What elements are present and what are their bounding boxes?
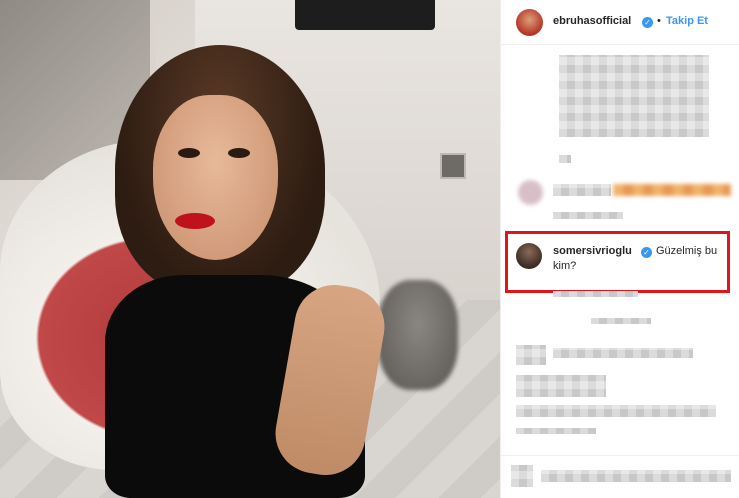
comment-input-redacted: [541, 470, 731, 482]
comment-avatar[interactable]: [518, 180, 543, 205]
comment-avatar-redacted: [516, 345, 546, 365]
comment-redacted: [516, 375, 606, 397]
comment-text-line2: kim?: [553, 260, 577, 272]
divider: [501, 455, 739, 456]
follow-button[interactable]: Takip Et: [666, 15, 708, 27]
caption-time-redacted: [559, 155, 571, 163]
author-username[interactable]: ebruhasofficial: [553, 15, 631, 27]
verified-badge-icon: ✓: [641, 247, 652, 258]
photo-person: [105, 45, 405, 498]
comment-emoji-redacted: [613, 184, 731, 196]
person-lips: [175, 213, 215, 229]
comment-meta-redacted: [553, 212, 623, 219]
header-separator: •: [657, 15, 661, 27]
author-avatar[interactable]: [516, 9, 543, 36]
comment-redacted: [516, 405, 716, 417]
comment-meta-redacted: [553, 291, 638, 297]
comment-redacted: [553, 184, 611, 196]
comment-meta-redacted: [591, 318, 651, 324]
verified-badge-icon: ✓: [642, 17, 653, 28]
person-eye-left: [178, 148, 200, 158]
photo-tv: [295, 0, 435, 30]
caption-redacted: [559, 55, 709, 137]
post-sidebar: ebruhasofficial ✓ • Takip Et somersivrio…: [500, 0, 739, 498]
comment-redacted: [553, 348, 693, 358]
action-icons-redacted: [511, 465, 533, 487]
person-face: [153, 95, 278, 260]
comment-username[interactable]: somersivrioglu: [553, 245, 632, 257]
person-eye-right: [228, 148, 250, 158]
comment-text-line1: Güzelmiş bu: [656, 245, 718, 257]
photo-light-switch: [440, 153, 466, 179]
comment-avatar[interactable]: [516, 243, 542, 269]
post-header: ebruhasofficial ✓ • Takip Et: [501, 0, 739, 45]
comment-meta-redacted: [516, 428, 596, 434]
post-photo[interactable]: [0, 0, 500, 498]
